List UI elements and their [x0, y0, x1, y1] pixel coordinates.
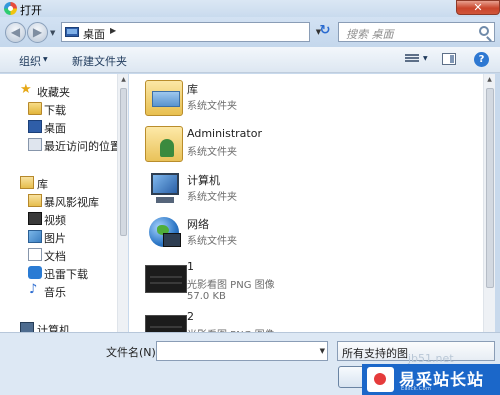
sidebar-item-baofeng-library[interactable]: 暴风影视库	[0, 192, 118, 210]
file-type: 系统文件夹	[187, 101, 237, 112]
file-type: 系统文件夹	[187, 192, 237, 203]
sidebar-item-label: 库	[37, 178, 48, 191]
desktop-icon	[28, 120, 42, 133]
computer-icon	[145, 171, 183, 207]
close-button[interactable]: ✕	[456, 0, 500, 15]
scrollbar-thumb[interactable]	[486, 88, 494, 288]
file-name: 库	[187, 83, 198, 96]
file-list: 库 系统文件夹 Administrator 系统文件夹 计算机 系统文件夹 网络…	[129, 74, 483, 332]
sidebar-scrollbar[interactable]: ▲	[117, 74, 128, 332]
sidebar-item-label: 文档	[44, 250, 66, 263]
sidebar-item-recent-places[interactable]: 最近访问的位置	[0, 136, 121, 154]
command-bar: 组织 ▼ 新建文件夹 ▼ ?	[0, 47, 500, 73]
user-folder-icon	[145, 126, 183, 162]
sidebar-item-label: 迅雷下载	[44, 268, 88, 281]
library-icon	[28, 194, 42, 207]
title-bar: 打开 ✕	[0, 0, 500, 17]
list-item[interactable]: 库 系统文件夹	[129, 78, 429, 122]
document-icon	[28, 248, 42, 261]
sidebar-item-label: 图片	[44, 232, 66, 245]
search-input[interactable]: 搜索 桌面	[338, 22, 495, 42]
list-item[interactable]: 1 光影看图 PNG 图像 57.0 KB	[129, 257, 429, 302]
chevron-down-icon[interactable]: ▼	[320, 347, 325, 355]
list-item[interactable]: Administrator 系统文件夹	[129, 124, 429, 168]
chevron-down-icon[interactable]: ▼	[43, 56, 48, 63]
sidebar-item-label: 最近访问的位置	[44, 140, 121, 153]
sidebar-item-music[interactable]: ♪ 音乐	[0, 282, 118, 300]
navigation-bar: ◀ ▶ ▼ 桌面 ▶ ▼ ↻ 搜索 桌面	[0, 17, 500, 47]
window-title: 打开	[20, 4, 42, 17]
file-name: 2	[187, 310, 194, 323]
sidebar-item-label: 视频	[44, 214, 66, 227]
file-type: 系统文件夹	[187, 147, 237, 158]
music-icon: ♪	[29, 282, 38, 297]
filename-label: 文件名(N):	[106, 346, 160, 359]
file-name: 1	[187, 260, 194, 273]
sidebar-item-computer[interactable]: 计算机	[0, 320, 118, 332]
sidebar-item-videos[interactable]: 视频	[0, 210, 118, 228]
file-type: 光影看图 PNG 图像	[187, 280, 275, 291]
sidebar-item-documents[interactable]: 文档	[0, 246, 118, 264]
file-name: 计算机	[187, 174, 220, 187]
address-bar[interactable]: 桌面 ▶	[61, 22, 310, 42]
sidebar-item-label: 计算机	[37, 324, 70, 332]
change-view-icon[interactable]	[405, 53, 419, 65]
search-icon	[479, 26, 489, 36]
sidebar-item-favorites[interactable]: ★ 收藏夹	[0, 82, 118, 100]
sidebar-item-downloads[interactable]: 下载	[0, 100, 118, 118]
file-name: Administrator	[187, 127, 262, 140]
back-button[interactable]: ◀	[5, 22, 26, 43]
watermark-subtitle: Easck.Com	[401, 386, 432, 392]
organize-button[interactable]: 组织	[19, 53, 41, 69]
star-icon: ★	[20, 82, 32, 97]
desktop-icon	[65, 27, 79, 37]
new-folder-button[interactable]: 新建文件夹	[72, 53, 127, 69]
scroll-up-icon[interactable]: ▲	[118, 74, 129, 86]
file-list-scrollbar[interactable]: ▲	[483, 74, 495, 332]
folder-icon	[28, 102, 42, 115]
forward-button[interactable]: ▶	[27, 22, 48, 43]
refresh-icon[interactable]: ↻	[316, 22, 334, 42]
computer-icon	[20, 322, 34, 332]
file-type: 系统文件夹	[187, 236, 237, 247]
image-thumbnail	[145, 265, 187, 293]
thunder-icon	[28, 266, 42, 279]
library-icon	[20, 176, 34, 189]
sidebar-item-label: 音乐	[44, 286, 66, 299]
list-item[interactable]: 2 光影看图 PNG 图像	[129, 307, 429, 332]
filename-field[interactable]: ▼	[156, 341, 328, 361]
file-type-value: 所有支持的图	[342, 347, 408, 360]
scroll-up-icon[interactable]: ▲	[484, 74, 495, 86]
view-options-dropdown[interactable]: ▼	[423, 55, 428, 62]
preview-pane-icon[interactable]	[442, 53, 456, 65]
picture-icon	[28, 230, 42, 243]
sidebar-item-label: 下载	[44, 104, 66, 117]
sidebar-item-desktop[interactable]: 桌面	[0, 118, 118, 136]
app-icon	[4, 2, 17, 15]
watermark-logo-icon	[367, 367, 394, 392]
recent-pages-dropdown[interactable]: ▼	[50, 29, 55, 37]
sidebar-item-thunder-downloads[interactable]: 迅雷下载	[0, 264, 118, 282]
address-location[interactable]: 桌面	[83, 26, 105, 42]
list-item[interactable]: 计算机 系统文件夹	[129, 169, 429, 213]
video-icon	[28, 212, 42, 225]
sidebar-item-label: 桌面	[44, 122, 66, 135]
navigation-pane: ★ 收藏夹 下载 桌面 最近访问的位置 库 暴风影视库 视频 图片 文档 迅雷下…	[0, 74, 128, 332]
network-icon	[145, 215, 183, 251]
file-size: 57.0 KB	[187, 291, 226, 302]
library-icon	[145, 80, 183, 116]
scrollbar-thumb[interactable]	[120, 88, 127, 236]
sidebar-item-libraries[interactable]: 库	[0, 174, 118, 192]
help-icon[interactable]: ?	[474, 52, 489, 67]
breadcrumb-arrow-icon[interactable]: ▶	[110, 26, 116, 35]
sidebar-item-pictures[interactable]: 图片	[0, 228, 118, 246]
list-item[interactable]: 网络 系统文件夹	[129, 213, 429, 257]
sidebar-item-label: 收藏夹	[37, 86, 70, 99]
search-placeholder: 搜索 桌面	[346, 28, 394, 41]
file-name: 网络	[187, 218, 209, 231]
image-thumbnail	[145, 315, 187, 332]
recent-places-icon	[28, 138, 42, 151]
sidebar-item-label: 暴风影视库	[44, 196, 99, 209]
